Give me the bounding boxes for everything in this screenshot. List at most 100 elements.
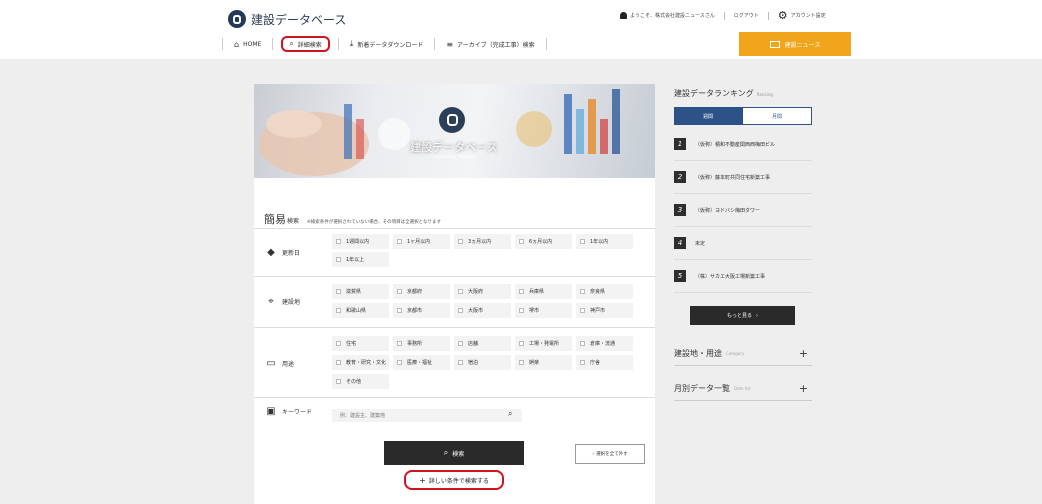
keyword-input[interactable]: 例：建設主、建築地 xyxy=(332,409,522,422)
search-icon[interactable]: ⌕ xyxy=(508,409,512,419)
home-icon: ⌂ xyxy=(234,39,240,49)
rank-name: （仮称）藤本町共同住宅新築工事 xyxy=(695,174,771,181)
option-label: 奈良県 xyxy=(590,289,606,295)
checkbox-option[interactable]: 事務所 xyxy=(393,336,450,351)
book-icon: ▭ xyxy=(266,358,276,369)
plus-icon: + xyxy=(419,475,426,485)
hero-subtitle: Construction Database xyxy=(431,154,477,159)
location-label-text: 建設地 xyxy=(282,299,301,306)
option-label: その他 xyxy=(346,379,362,385)
checkbox-option[interactable]: 1年以上 xyxy=(332,252,389,267)
option-label: 1年以内 xyxy=(590,239,609,245)
detailed-search-link[interactable]: + 詳しい条件で検索する xyxy=(404,470,504,490)
nav-archive[interactable]: ≡ アーカイブ（完成工事）検索 xyxy=(434,38,547,50)
checkbox-option[interactable]: その他 xyxy=(332,374,389,389)
map-pin-icon: ⌖ xyxy=(268,296,274,307)
ranking-item[interactable]: 2 （仮称）藤本町共同住宅新築工事 xyxy=(674,161,812,194)
option-label: 京都府 xyxy=(407,289,423,295)
checkbox-option[interactable]: 工場・発電所 xyxy=(515,336,572,351)
accordion-date-list[interactable]: 月別データ一覧 Date list + xyxy=(674,377,812,401)
option-label: 京都市 xyxy=(407,308,423,314)
chevron-right-icon: › xyxy=(756,312,758,319)
option-label: 店舗 xyxy=(468,341,479,347)
checkbox-option[interactable]: 1年以内 xyxy=(576,234,633,249)
gear-icon: ⚙ xyxy=(777,9,788,22)
nav-home-label: HOME xyxy=(243,40,262,48)
accordion-subtitle: Date list xyxy=(734,386,751,391)
checkbox-option[interactable]: 3ヵ月以内 xyxy=(454,234,511,249)
checkbox-option[interactable]: 住宅 xyxy=(332,336,389,351)
checkbox-option[interactable]: 京都府 xyxy=(393,284,450,299)
option-label: 庁舎 xyxy=(590,360,601,366)
checkbox-option[interactable]: 6ヵ月以内 xyxy=(515,234,572,249)
checkbox-option[interactable]: 神戸市 xyxy=(576,303,633,318)
database-icon xyxy=(228,10,246,28)
checkbox-option[interactable]: 医療・福祉 xyxy=(393,355,450,370)
news-button-label: 建設ニュース xyxy=(784,41,821,49)
news-icon xyxy=(769,40,780,48)
accordion-title: 建設地・用途 xyxy=(674,349,722,358)
nav-home[interactable]: ⌂ HOME xyxy=(222,38,272,50)
search-note: ※検索条件が選択されていない場合、その項目は全選択となります xyxy=(307,220,442,225)
tab-monthly[interactable]: 月間 xyxy=(742,107,812,125)
news-button[interactable]: 建設ニュース xyxy=(739,32,851,56)
checkbox-option[interactable]: 庁舎 xyxy=(576,355,633,370)
checkbox-option[interactable]: 教育・研究・文化 xyxy=(332,355,389,370)
clear-selection-button[interactable]: › 選択を全て外す xyxy=(575,444,645,464)
checkbox-option[interactable]: 堺市 xyxy=(515,303,572,318)
site-logo[interactable]: 建設データベース xyxy=(228,10,346,28)
logout-link[interactable]: ログアウト xyxy=(734,12,759,19)
checkbox-option[interactable]: 和歌山県 xyxy=(332,303,389,318)
checkbox-option[interactable]: 大阪市 xyxy=(454,303,511,318)
ranking-title: 建設データランキング Ranking xyxy=(674,88,773,99)
checkbox-option[interactable]: 奈良県 xyxy=(576,284,633,299)
checkbox-option[interactable]: 1週間以内 xyxy=(332,234,389,249)
checkbox-option[interactable]: 店舗 xyxy=(454,336,511,351)
rank-number: 3 xyxy=(674,204,686,216)
option-label: 倉庫・流通 xyxy=(590,341,616,347)
ranking-item[interactable]: 4 未定 xyxy=(674,227,812,260)
option-label: 1週間以内 xyxy=(346,239,370,245)
checkbox-option[interactable]: 滋賀県 xyxy=(332,284,389,299)
rank-number: 2 xyxy=(674,171,686,183)
ranking-item[interactable]: 1 （仮称）積和不動産関西西梅田ビル xyxy=(674,128,812,161)
update-date-row: ◆ 更新日 1週間以内 1ヶ月以内 3ヵ月以内 6ヵ月以内 1年以内 1年以上 xyxy=(254,228,655,276)
rank-name: （仮称）ヨドバシ梅田タワー xyxy=(695,207,761,214)
checkbox-option[interactable]: 1ヶ月以内 xyxy=(393,234,450,249)
nav-archive-label: アーカイブ（完成工事）検索 xyxy=(457,41,535,49)
checkbox-option[interactable]: 倉庫・流通 xyxy=(576,336,633,351)
checkbox-option[interactable]: 娯楽 xyxy=(515,355,572,370)
search-button[interactable]: ⌕ 検索 xyxy=(384,441,524,465)
accordion-title: 月別データ一覧 xyxy=(674,384,730,393)
usage-row: ▭ 用途 住宅 事務所 店舗 工場・発電所 倉庫・流通 教育・研究・文化 医療・… xyxy=(254,327,655,397)
option-label: 医療・福祉 xyxy=(407,360,433,366)
checkbox-option[interactable]: 京都市 xyxy=(393,303,450,318)
divider xyxy=(723,11,725,20)
search-title-small: 検索 xyxy=(287,218,300,225)
update-date-label-text: 更新日 xyxy=(282,250,301,257)
more-button-label: もっと見る xyxy=(726,313,752,319)
ranking-tabs: 週間 月間 xyxy=(674,107,812,125)
ranking-item[interactable]: 5 （株）サカエ大阪工場新築工事 xyxy=(674,260,812,293)
account-settings-link[interactable]: アカウント設定 xyxy=(791,12,826,19)
rank-number: 5 xyxy=(674,270,686,282)
archive-icon: ≡ xyxy=(446,39,454,49)
option-label: 滋賀県 xyxy=(346,289,362,295)
nav-download[interactable]: ⤓ 新着データダウンロード xyxy=(337,38,435,50)
option-label: 兵庫県 xyxy=(529,289,545,295)
ranking-item[interactable]: 3 （仮称）ヨドバシ梅田タワー xyxy=(674,194,812,227)
checkbox-option[interactable]: 宿泊 xyxy=(454,355,511,370)
more-button[interactable]: もっと見る › xyxy=(690,306,795,325)
option-label: 堺市 xyxy=(529,308,540,314)
checkbox-option[interactable]: 大阪府 xyxy=(454,284,511,299)
ranking-title-text: 建設データランキング xyxy=(674,89,754,98)
checkbox-option[interactable]: 兵庫県 xyxy=(515,284,572,299)
usage-label: ▭ 用途 xyxy=(264,358,294,369)
ranking-sidebar: 建設データランキング Ranking 週間 月間 1 （仮称）積和不動産関西西梅田… xyxy=(670,84,813,504)
tab-weekly[interactable]: 週間 xyxy=(674,107,742,125)
accordion-category[interactable]: 建設地・用途 Category + xyxy=(674,342,812,366)
nav-detail-search[interactable]: ⌕ 詳細検索 xyxy=(281,36,330,52)
rank-number: 4 xyxy=(674,237,686,249)
chevron-right-icon: › xyxy=(592,451,595,457)
hero-banner: 建設データベース Construction Database xyxy=(254,84,655,178)
